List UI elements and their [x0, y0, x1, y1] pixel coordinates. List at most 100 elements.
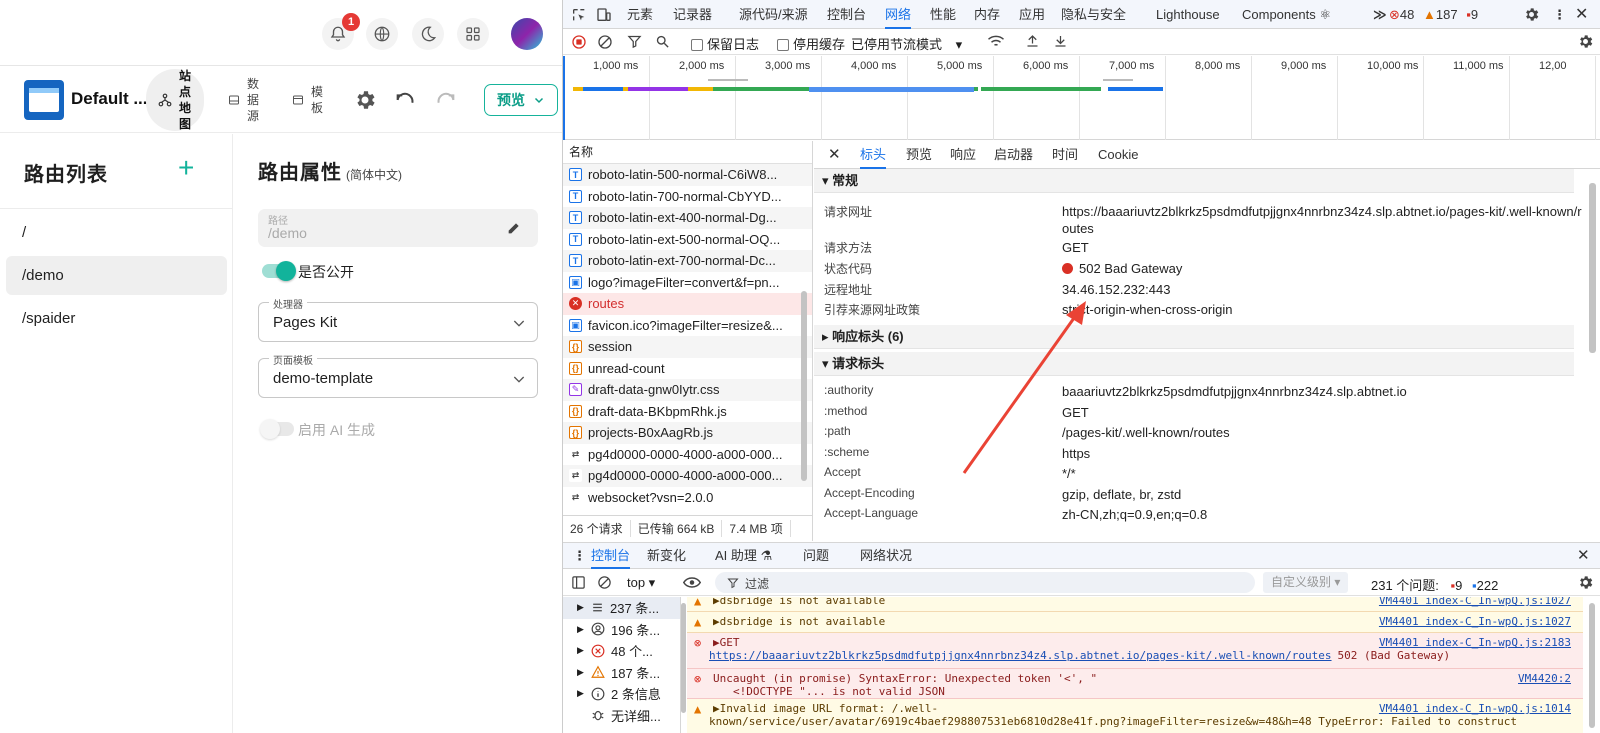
header-value[interactable]: 34.46.152.232:443: [1062, 281, 1582, 298]
request-row[interactable]: ⇄ websocket?vsn=2.0.0: [563, 487, 812, 509]
message-source-link[interactable]: VM4401 index-C_In-wpQ.js:1014: [1379, 702, 1571, 715]
request-headers-section-header[interactable]: ▾ 请求标头: [814, 352, 1574, 376]
devtools-tab[interactable]: 隐私与安全: [1061, 0, 1126, 29]
wifi-icon[interactable]: [987, 34, 1005, 49]
request-row[interactable]: {} draft-data-BKbpmRhk.js: [563, 401, 812, 423]
message-source-link[interactable]: VM4401 index-C_In-wpQ.js:1027: [1379, 597, 1571, 607]
clear-icon[interactable]: [597, 575, 612, 590]
apps-button[interactable]: [457, 18, 489, 50]
request-row[interactable]: Troboto-latin-500-normal-C6iW8...: [563, 164, 812, 186]
notifications-button[interactable]: 1: [322, 13, 360, 50]
template-select[interactable]: 页面模板 demo-template: [258, 352, 538, 398]
handler-select[interactable]: 处理器 Pages Kit: [258, 296, 538, 342]
ai-generation-toggle[interactable]: 启用 AI 生成: [258, 418, 458, 439]
request-row[interactable]: Troboto-latin-700-normal-CbYYD...: [563, 186, 812, 208]
header-value[interactable]: /pages-kit/.well-known/routes: [1062, 424, 1582, 441]
header-value[interactable]: GET: [1062, 239, 1582, 256]
gear-icon[interactable]: [1577, 33, 1594, 50]
header-value[interactable]: strict-origin-when-cross-origin: [1062, 301, 1582, 318]
filter-icon[interactable]: [627, 34, 642, 49]
console-message[interactable]: ⊗ ▶GET https://baaariuvtz2blkrkz5psdmdfutp…: [687, 633, 1583, 669]
request-row[interactable]: ✕ routes: [563, 293, 812, 315]
more-tabs-button[interactable]: ≫: [1373, 0, 1387, 29]
request-row[interactable]: {} unread-count: [563, 358, 812, 380]
redo-button[interactable]: [434, 89, 458, 111]
console-sidebar-item[interactable]: ▶ 237 条...: [563, 597, 680, 619]
sidebar-icon[interactable]: [571, 575, 586, 590]
console-message[interactable]: ⊗ Uncaught (in promise) SyntaxError: Unex…: [687, 669, 1583, 699]
request-row[interactable]: ▣ logo?imageFilter=convert&f=pn...: [563, 272, 812, 294]
device-toolbar-icon[interactable]: [596, 7, 612, 23]
tab-sitemap[interactable]: 站点地图: [146, 69, 204, 131]
header-value[interactable]: baaariuvtz2blkrkz5psdmdfutpjjgnx4nnrbnz3…: [1062, 383, 1582, 400]
clear-icon[interactable]: [597, 34, 613, 50]
search-icon[interactable]: [655, 34, 670, 49]
settings-button[interactable]: [353, 88, 377, 112]
avatar[interactable]: [511, 18, 543, 50]
header-value[interactable]: zh-CN,zh;q=0.9,en;q=0.8: [1062, 506, 1582, 523]
request-row[interactable]: ✎ draft-data-gnw0Iytr.css: [563, 379, 812, 401]
error-count[interactable]: ⊗48 ▲187 ▪9: [1389, 0, 1478, 29]
gear-icon[interactable]: [1577, 574, 1594, 591]
scrollbar[interactable]: [681, 603, 686, 713]
upload-icon[interactable]: [1025, 33, 1040, 49]
path-field[interactable]: 路径 /demo: [258, 209, 538, 247]
record-icon[interactable]: [571, 34, 587, 50]
devtools-tab[interactable]: Components ⚛: [1242, 0, 1331, 29]
close-icon[interactable]: ✕: [1575, 0, 1588, 29]
issues-count[interactable]: 231 个问题: ▪9 ▪222: [1371, 575, 1498, 594]
detail-tab[interactable]: 响应: [950, 141, 976, 169]
close-icon[interactable]: ✕: [828, 141, 841, 169]
message-source-link[interactable]: VM4401 index-C_In-wpQ.js:1027: [1379, 615, 1571, 628]
detail-tab[interactable]: 时间: [1052, 141, 1078, 169]
devtools-tab[interactable]: Lighthouse: [1156, 0, 1220, 29]
console-message[interactable]: ▲ ▶Invalid image URL format: /.well-known…: [687, 699, 1583, 733]
response-headers-section-header[interactable]: ▸ 响应标头 (6): [814, 325, 1574, 349]
detail-tab[interactable]: 启动器: [994, 141, 1033, 169]
console-filter-input[interactable]: 过滤: [715, 572, 1255, 593]
message-link[interactable]: https://baaariuvtz2blkrkz5psdmdfutpjjgnx…: [709, 649, 1332, 662]
request-row[interactable]: ▣ favicon.ico?imageFilter=resize&...: [563, 315, 812, 337]
console-tab[interactable]: AI 助理 ⚗: [715, 543, 772, 569]
header-value[interactable]: https://baaariuvtz2blkrkz5psdmdfutpjjgnx…: [1062, 203, 1582, 237]
general-section-header[interactable]: ▾ 常规: [814, 169, 1574, 193]
header-value[interactable]: gzip, deflate, br, zstd: [1062, 486, 1582, 503]
route-item[interactable]: /spaider: [6, 299, 227, 338]
console-sidebar-item[interactable]: ▶ 2 条信息: [563, 683, 680, 705]
close-icon[interactable]: ✕: [1577, 543, 1590, 569]
request-row[interactable]: ⇄ pg4d0000-0000-4000-a000-000...: [563, 465, 812, 487]
scrollbar[interactable]: [1589, 603, 1595, 728]
detail-tab[interactable]: Cookie: [1098, 141, 1138, 169]
network-timeline[interactable]: 1,000 ms 2,000 ms 3,000 ms 4,000 ms 5,000 ms…: [563, 56, 1600, 140]
detail-tab[interactable]: 标头: [860, 141, 887, 169]
edit-icon[interactable]: [506, 220, 522, 236]
route-item[interactable]: /: [6, 213, 227, 252]
request-row[interactable]: {} projects-B0xAagRb.js: [563, 422, 812, 444]
disable-cache-checkbox[interactable]: 停用缓存: [777, 34, 845, 53]
request-row[interactable]: {} session: [563, 336, 812, 358]
scrollbar[interactable]: [801, 291, 807, 481]
devtools-tab[interactable]: 记录器: [673, 0, 712, 29]
devtools-tab[interactable]: 网络: [885, 0, 912, 29]
add-route-button[interactable]: +: [178, 154, 194, 182]
request-row[interactable]: Troboto-latin-ext-500-normal-OQ...: [563, 229, 812, 251]
tab-datasource[interactable]: 数据源: [228, 69, 260, 131]
console-sidebar-item[interactable]: ▶ 187 条...: [563, 662, 680, 684]
devtools-tab[interactable]: 源代码/来源: [739, 0, 808, 29]
context-select[interactable]: top ▾: [627, 575, 655, 591]
console-sidebar-item[interactable]: ▶ 48 个...: [563, 640, 680, 662]
detail-tab[interactable]: 预览: [906, 141, 932, 169]
header-value[interactable]: */*: [1062, 465, 1582, 482]
scrollbar[interactable]: [1589, 183, 1596, 353]
console-message[interactable]: ▲ ▶dsbridge is not available VM4401 index-…: [687, 612, 1583, 633]
console-tab[interactable]: 新变化: [647, 543, 686, 569]
preview-button[interactable]: 预览: [484, 84, 558, 116]
kebab-menu-icon[interactable]: ⋮: [573, 543, 586, 569]
log-levels-select[interactable]: 自定义级别 ▾: [1263, 572, 1349, 593]
language-button[interactable]: [366, 18, 398, 50]
gear-icon[interactable]: [1523, 6, 1540, 23]
theme-toggle-button[interactable]: [412, 18, 444, 50]
request-list-header[interactable]: 名称: [563, 141, 812, 164]
message-source-link[interactable]: VM4401 index-C_In-wpQ.js:2183: [1379, 636, 1571, 649]
console-sidebar-item[interactable]: 无详细...: [563, 705, 680, 727]
